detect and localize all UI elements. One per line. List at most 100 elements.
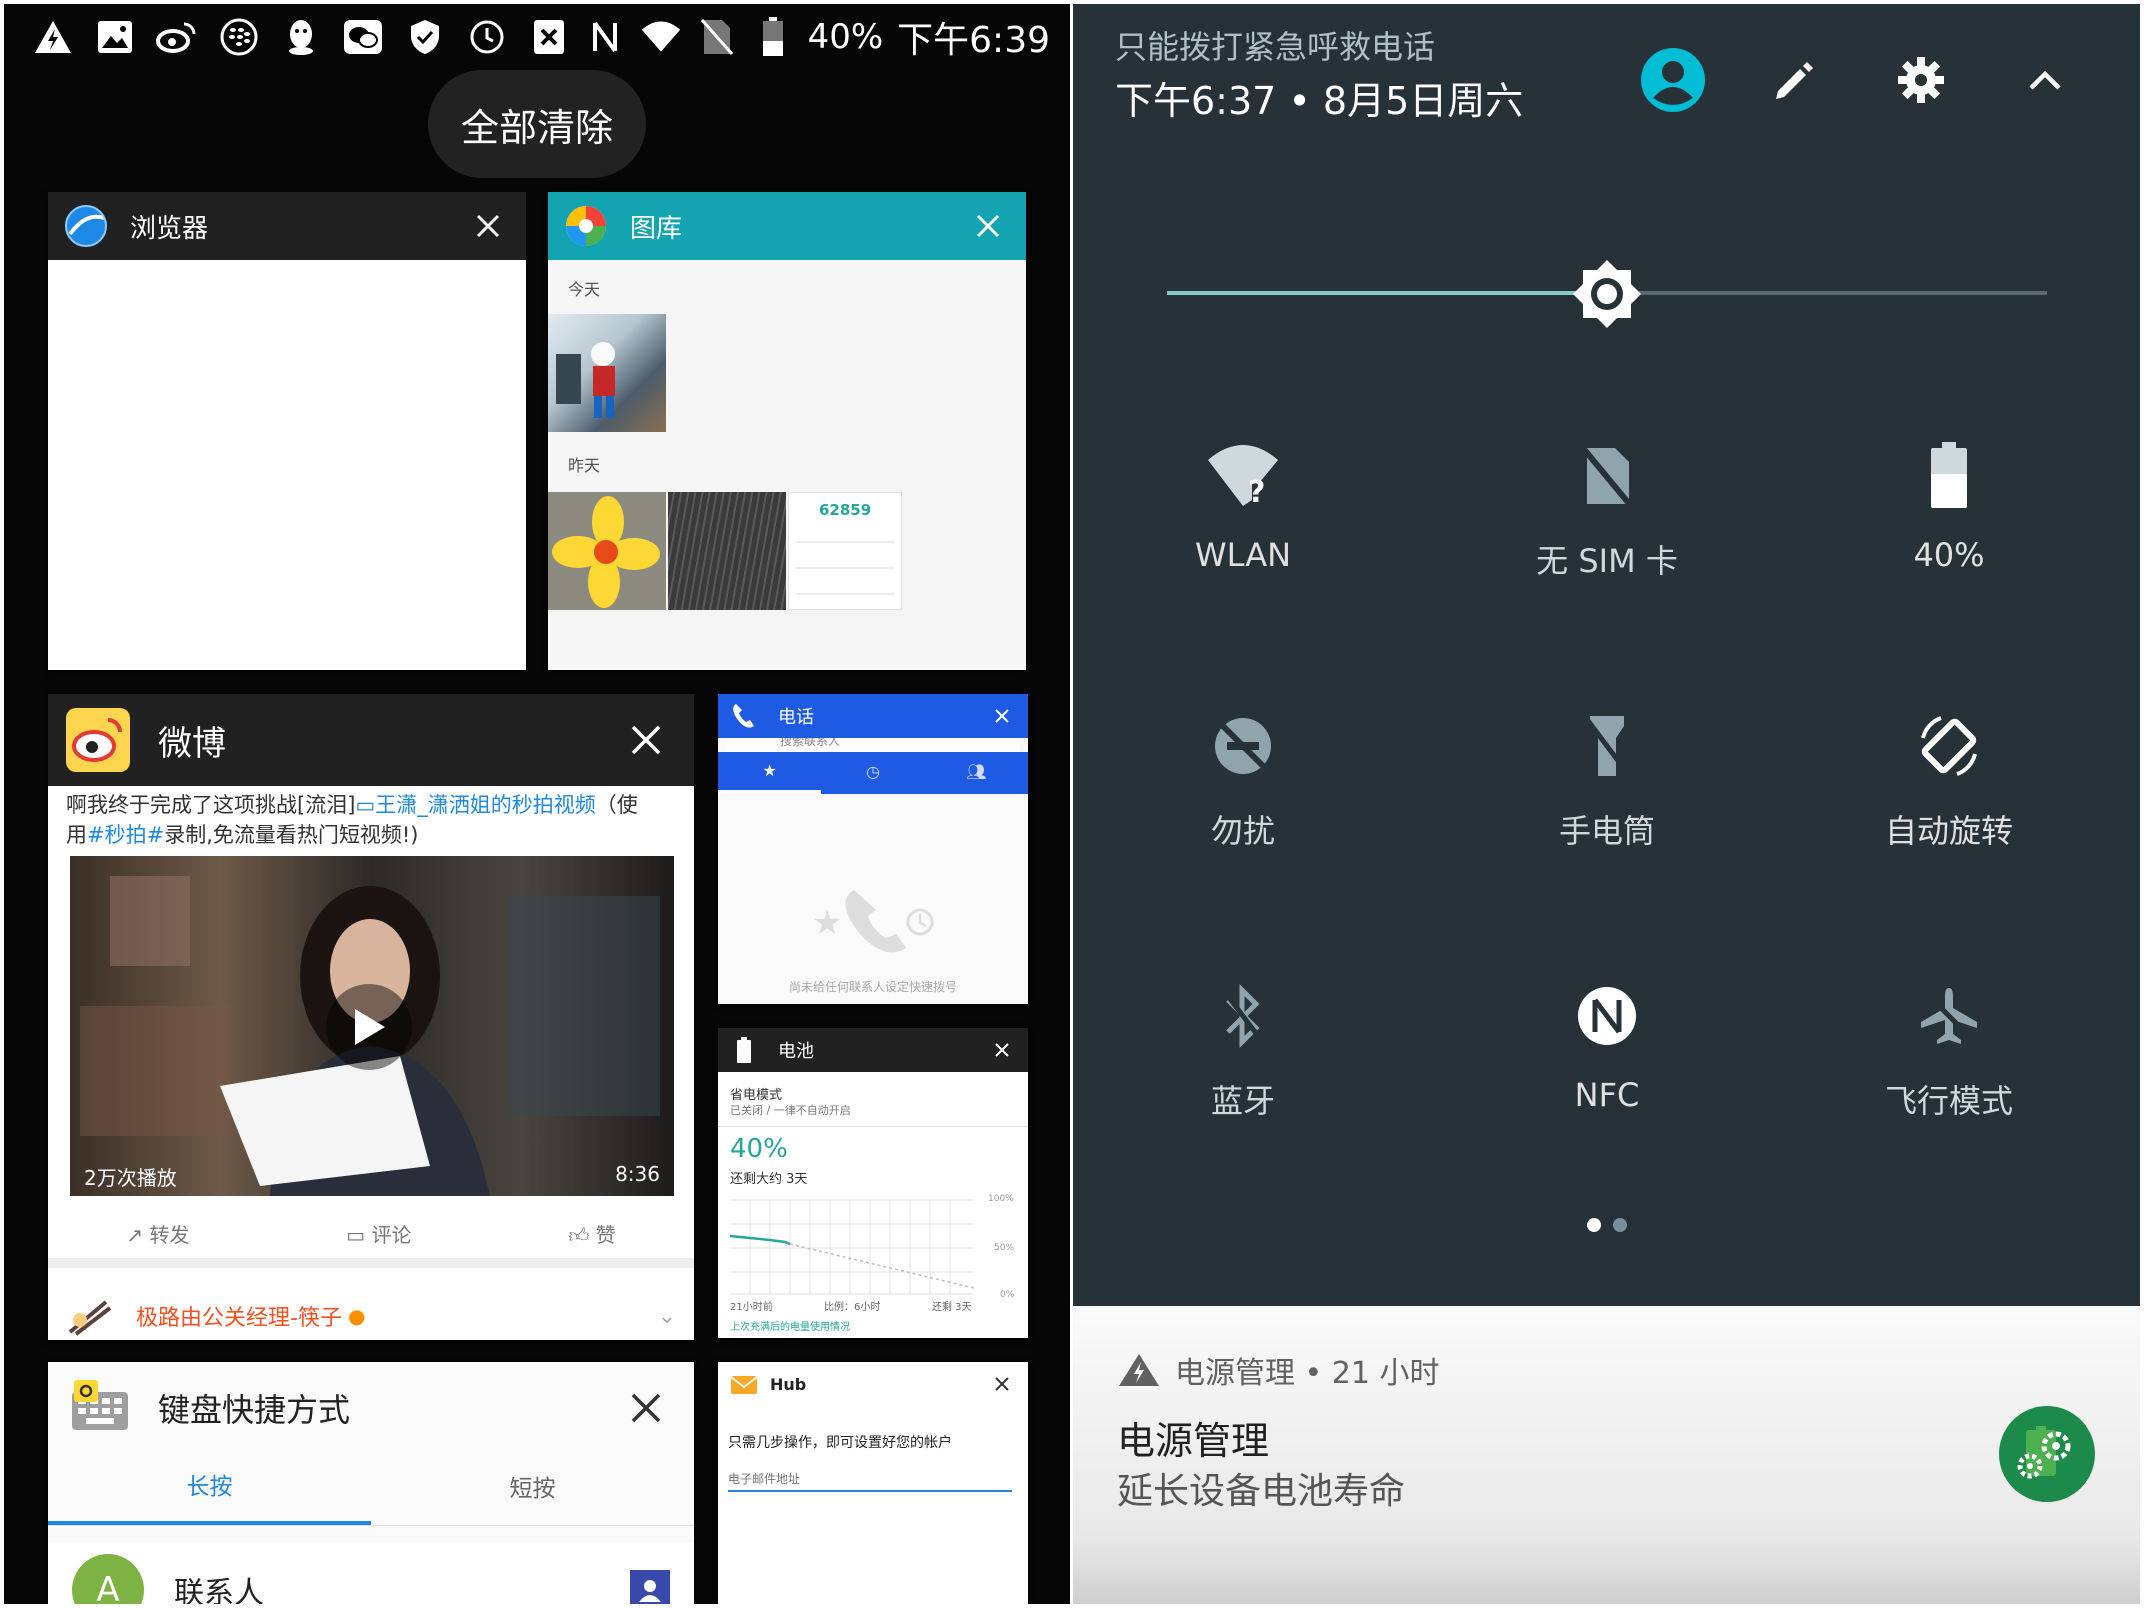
gallery-photo-screenshot[interactable]: 62859 <box>788 492 902 610</box>
speed-dial-empty-text: 尚未给任何联系人设定快速拨号 <box>788 980 957 994</box>
phone-search-bar[interactable]: 搜索联系人 <box>726 738 1020 752</box>
clear-all-button[interactable]: 全部清除 <box>428 70 646 178</box>
battery-usage-link[interactable]: 上次充满后的电量使用情况 <box>730 1318 850 1333</box>
edit-icon[interactable] <box>1759 44 1831 116</box>
tile-flashlight[interactable]: 手电筒 <box>1437 706 1777 906</box>
status-bar: 40% 下午6:39 <box>4 4 1070 70</box>
gear-icon[interactable] <box>1885 44 1957 116</box>
page-dot[interactable] <box>1586 1218 1601 1232</box>
weibo-card-header: 微博 <box>48 694 694 786</box>
tile-dnd-label: 勿扰 <box>1210 812 1275 850</box>
gallery-photo-toys[interactable] <box>548 314 666 432</box>
hub-setup-text: 只需几步操作，即可设置好您的帐户 <box>728 1435 952 1451</box>
repost-button[interactable]: ↗ 转发 <box>126 1219 189 1248</box>
power-management-notification[interactable]: 电源管理 • 21 小时 电源管理 延长设备电池寿命 <box>1073 1306 2140 1604</box>
weibo-video-thumbnail[interactable]: 2万次播放 8:36 <box>70 856 674 1196</box>
tab-short-press[interactable]: 短按 <box>371 1454 694 1525</box>
score-line <box>795 541 895 543</box>
graph-x-mid: 比例：6小时 <box>824 1302 881 1313</box>
date-time-text[interactable]: 下午6:37 • 8月5日周六 <box>1115 70 1523 125</box>
tab-long-press[interactable]: 长按 <box>48 1454 371 1525</box>
phone-app-icon <box>730 702 758 730</box>
tile-battery[interactable]: 40% <box>1779 436 2119 636</box>
phone-card[interactable]: 电话 搜索联系人 ★ ◷ 👥︎ ★ 尚未给任何联系人设定快速拨号 <box>718 694 1028 1004</box>
wifi-unknown-icon: ? <box>1203 436 1283 516</box>
tile-nfc-label: NFC <box>1574 1076 1640 1114</box>
close-icon[interactable] <box>620 1382 672 1434</box>
post-text-1: 啊我终于完成了这项挑战[流泪] <box>66 793 356 817</box>
browser-card-header: 浏览器 <box>48 192 526 260</box>
weibo-card[interactable]: 微博 啊我终于完成了这项挑战[流泪]▭王潇_潇洒姐的秒拍视频（使 用#秒拍#录制… <box>48 694 694 1340</box>
tile-sim-label: 无 SIM 卡 <box>1536 542 1678 580</box>
tile-auto-rotate[interactable]: 自动旋转 <box>1779 706 2119 906</box>
author-avatar <box>66 1296 114 1336</box>
hub-card[interactable]: Hub 只需几步操作，即可设置好您的帐户 <box>718 1362 1028 1604</box>
keyboard-card-header: 键盘快捷方式 <box>48 1362 694 1454</box>
gallery-score-value: 62859 <box>819 501 872 519</box>
tab-speed-dial[interactable]: ★ <box>718 752 822 794</box>
close-icon[interactable] <box>988 1370 1016 1398</box>
comment-button[interactable]: ▭ 评论 <box>346 1219 411 1248</box>
speed-dial-empty-illustration: ★ <box>798 882 948 962</box>
tile-dnd[interactable]: 勿扰 <box>1073 706 1413 906</box>
comment-label: 评论 <box>371 1222 412 1247</box>
gallery-photo-fabric[interactable] <box>668 492 786 610</box>
brightness-track-fill <box>1167 291 1607 295</box>
recents-screen: 40% 下午6:39 全部清除 浏览器 图库 今天 昨天 62859 微博 啊我… <box>4 4 1070 1604</box>
gallery-card-header: 图库 <box>548 192 1026 260</box>
alert-icon <box>32 16 74 58</box>
post-hashtag[interactable]: #秒拍# <box>87 823 164 847</box>
keyboard-shortcuts-card[interactable]: 键盘快捷方式 长按 短按 A 联系人 <box>48 1362 694 1604</box>
tile-airplane-mode[interactable]: 飞行模式 <box>1779 976 2119 1176</box>
tile-sim[interactable]: 无 SIM 卡 <box>1437 436 1777 636</box>
phone-search-placeholder: 搜索联系人 <box>780 738 841 748</box>
shortcut-row-contacts[interactable]: A 联系人 <box>48 1542 694 1604</box>
browser-card[interactable]: 浏览器 <box>48 192 526 670</box>
thumbs-up-icon: 👍︎ <box>568 1222 590 1247</box>
chevron-up-icon[interactable] <box>2009 44 2081 116</box>
graph-y-50: 50% <box>994 1243 1015 1253</box>
bluetooth-off-icon <box>1203 976 1283 1056</box>
browser-card-title: 浏览器 <box>130 213 209 244</box>
score-line <box>795 567 895 569</box>
close-icon[interactable] <box>620 714 672 766</box>
like-label: 赞 <box>595 1222 616 1247</box>
post-video-link[interactable]: 王潇_潇洒姐的秒拍视频 <box>375 793 596 817</box>
page-dot[interactable] <box>1612 1218 1627 1232</box>
like-button[interactable]: 👍︎ 赞 <box>568 1219 615 1248</box>
contacts-app-icon <box>630 1570 670 1604</box>
close-icon[interactable] <box>966 204 1010 248</box>
tab-contacts[interactable]: 👥︎ <box>925 752 1028 794</box>
graph-y-100: 100% <box>988 1194 1014 1204</box>
close-icon[interactable] <box>466 204 510 248</box>
weibo-next-post[interactable]: 极路由公关经理-筷子 ● ⌄ <box>66 1292 676 1340</box>
battery-card[interactable]: 电池 省电模式 已关闭 / 一律不自动开启 40% 还剩大约 3天 100% 5… <box>718 1028 1028 1338</box>
tab-recents[interactable]: ◷ <box>821 752 924 794</box>
contact-label: 联系人 <box>174 1576 264 1604</box>
blackberry-icon <box>218 16 260 58</box>
svg-text:★: ★ <box>812 903 842 943</box>
gallery-card[interactable]: 图库 今天 昨天 62859 <box>548 192 1026 670</box>
tile-nfc[interactable]: NFC <box>1437 976 1777 1176</box>
nfc-icon <box>1567 976 1647 1056</box>
auto-rotate-icon <box>1909 706 1989 786</box>
tile-wlan[interactable]: ? WLAN <box>1073 436 1413 636</box>
chevron-down-icon[interactable]: ⌄ <box>658 1304 676 1329</box>
brightness-thumb-icon[interactable] <box>1567 254 1647 334</box>
play-icon[interactable] <box>326 984 412 1070</box>
post-text-3: 用 <box>66 823 87 847</box>
page-indicator <box>1073 1218 2140 1234</box>
brightness-slider[interactable] <box>1167 254 2047 334</box>
tile-bluetooth[interactable]: 蓝牙 <box>1073 976 1413 1176</box>
video-duration: 8:36 <box>615 1162 660 1186</box>
close-icon[interactable] <box>988 1036 1016 1064</box>
close-icon[interactable] <box>988 702 1016 730</box>
battery-percent-large: 40% <box>730 1134 788 1164</box>
hub-email-input[interactable] <box>728 1468 1012 1492</box>
battery-icon <box>1909 436 1989 516</box>
wechat-icon <box>342 16 384 58</box>
user-avatar-icon[interactable] <box>1637 44 1709 116</box>
gallery-photo-flower[interactable] <box>548 492 666 610</box>
notification-title: 电源管理 <box>1117 1419 1270 1463</box>
weibo-card-title: 微博 <box>158 723 226 764</box>
